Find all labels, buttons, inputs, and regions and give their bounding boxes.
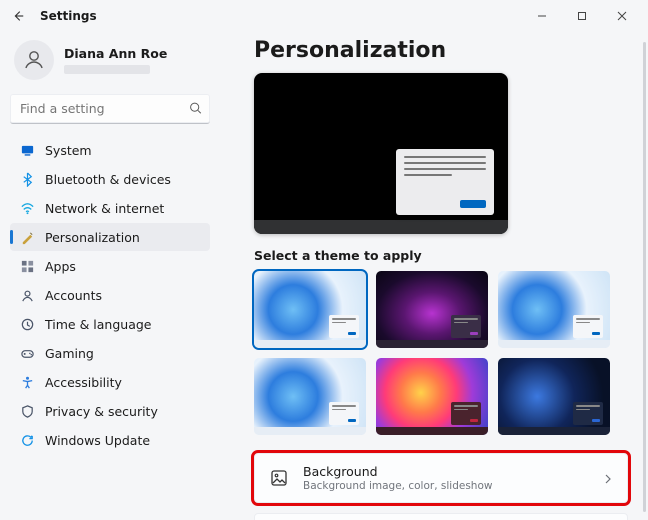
user-name: Diana Ann Roe: [64, 46, 167, 61]
nav-list: System Bluetooth & devices Network & inter…: [10, 136, 210, 454]
back-button[interactable]: [6, 4, 30, 28]
maximize-icon: [577, 11, 587, 21]
system-icon: [20, 143, 35, 158]
search-box[interactable]: [10, 94, 210, 124]
settings-rows: BackgroundBackground image, color, slide…: [254, 453, 628, 520]
arrow-left-icon: [11, 9, 25, 23]
update-icon: [20, 433, 35, 448]
theme-window: [329, 315, 359, 338]
row-background[interactable]: BackgroundBackground image, color, slide…: [254, 453, 628, 503]
window-title: Settings: [40, 9, 97, 23]
main-content: Personalization Select a theme to apply …: [218, 32, 648, 520]
gaming-icon: [20, 346, 35, 361]
theme-sunrise[interactable]: [376, 358, 488, 435]
theme-bloom-dark[interactable]: [498, 358, 610, 435]
theme-taskbar: [254, 340, 366, 348]
sidebar-item-label: Apps: [45, 259, 76, 274]
theme-windows-dark[interactable]: [376, 271, 488, 348]
sidebar-item-system[interactable]: System: [10, 136, 210, 164]
theme-taskbar: [376, 427, 488, 435]
theme-window: [451, 315, 481, 338]
desktop-preview: [254, 73, 508, 234]
sidebar-item-apps[interactable]: Apps: [10, 252, 210, 280]
close-button[interactable]: [602, 4, 642, 28]
theme-windows-light[interactable]: [254, 271, 366, 348]
theme-window: [329, 402, 359, 425]
theme-bloom-light-3[interactable]: [254, 358, 366, 435]
sidebar-item-network[interactable]: Network & internet: [10, 194, 210, 222]
sidebar-item-label: Bluetooth & devices: [45, 172, 171, 187]
user-sub-placeholder: [64, 65, 150, 74]
theme-window: [573, 402, 603, 425]
theme-taskbar: [498, 427, 610, 435]
search-input[interactable]: [10, 94, 210, 124]
sidebar: Diana Ann Roe System Bluetooth & devices N…: [0, 32, 218, 520]
person-icon: [22, 48, 46, 72]
sidebar-item-time[interactable]: Time & language: [10, 310, 210, 338]
titlebar: Settings: [0, 0, 648, 32]
sidebar-item-bluetooth[interactable]: Bluetooth & devices: [10, 165, 210, 193]
theme-bloom-light-2[interactable]: [498, 271, 610, 348]
sidebar-item-label: Personalization: [45, 230, 140, 245]
sidebar-item-personalization[interactable]: Personalization: [10, 223, 210, 251]
sidebar-item-accounts[interactable]: Accounts: [10, 281, 210, 309]
row-title: Background: [303, 464, 589, 479]
row-subtitle: Background image, color, slideshow: [303, 480, 589, 492]
sidebar-item-label: Windows Update: [45, 433, 150, 448]
avatar: [14, 40, 54, 80]
preview-window: [396, 149, 494, 215]
sidebar-item-accessibility[interactable]: Accessibility: [10, 368, 210, 396]
scrollbar[interactable]: [643, 42, 646, 512]
accounts-icon: [20, 288, 35, 303]
sidebar-item-label: Time & language: [45, 317, 151, 332]
sidebar-item-gaming[interactable]: Gaming: [10, 339, 210, 367]
page-title: Personalization: [254, 38, 628, 63]
theme-window: [573, 315, 603, 338]
sidebar-item-update[interactable]: Windows Update: [10, 426, 210, 454]
sidebar-item-label: System: [45, 143, 92, 158]
personalization-icon: [20, 230, 35, 245]
theme-section-label: Select a theme to apply: [254, 248, 628, 263]
chevron-right-icon: [603, 469, 613, 488]
sidebar-item-label: Gaming: [45, 346, 94, 361]
sidebar-item-label: Accounts: [45, 288, 102, 303]
preview-taskbar: [254, 220, 508, 234]
time-icon: [20, 317, 35, 332]
theme-grid: [254, 271, 628, 435]
close-icon: [617, 11, 627, 21]
sidebar-item-label: Accessibility: [45, 375, 122, 390]
sidebar-item-label: Network & internet: [45, 201, 164, 216]
maximize-button[interactable]: [562, 4, 602, 28]
row-colors[interactable]: ColorsAccent color, transparency effects…: [254, 513, 628, 520]
sidebar-item-label: Privacy & security: [45, 404, 158, 419]
sidebar-item-privacy[interactable]: Privacy & security: [10, 397, 210, 425]
theme-window: [451, 402, 481, 425]
privacy-icon: [20, 404, 35, 419]
network-icon: [20, 201, 35, 216]
minimize-button[interactable]: [522, 4, 562, 28]
background-icon: [269, 468, 289, 488]
bluetooth-icon: [20, 172, 35, 187]
theme-taskbar: [376, 340, 488, 348]
user-card[interactable]: Diana Ann Roe: [10, 36, 210, 88]
search-icon: [189, 100, 202, 119]
theme-taskbar: [254, 427, 366, 435]
accessibility-icon: [20, 375, 35, 390]
minimize-icon: [537, 11, 547, 21]
apps-icon: [20, 259, 35, 274]
theme-taskbar: [498, 340, 610, 348]
